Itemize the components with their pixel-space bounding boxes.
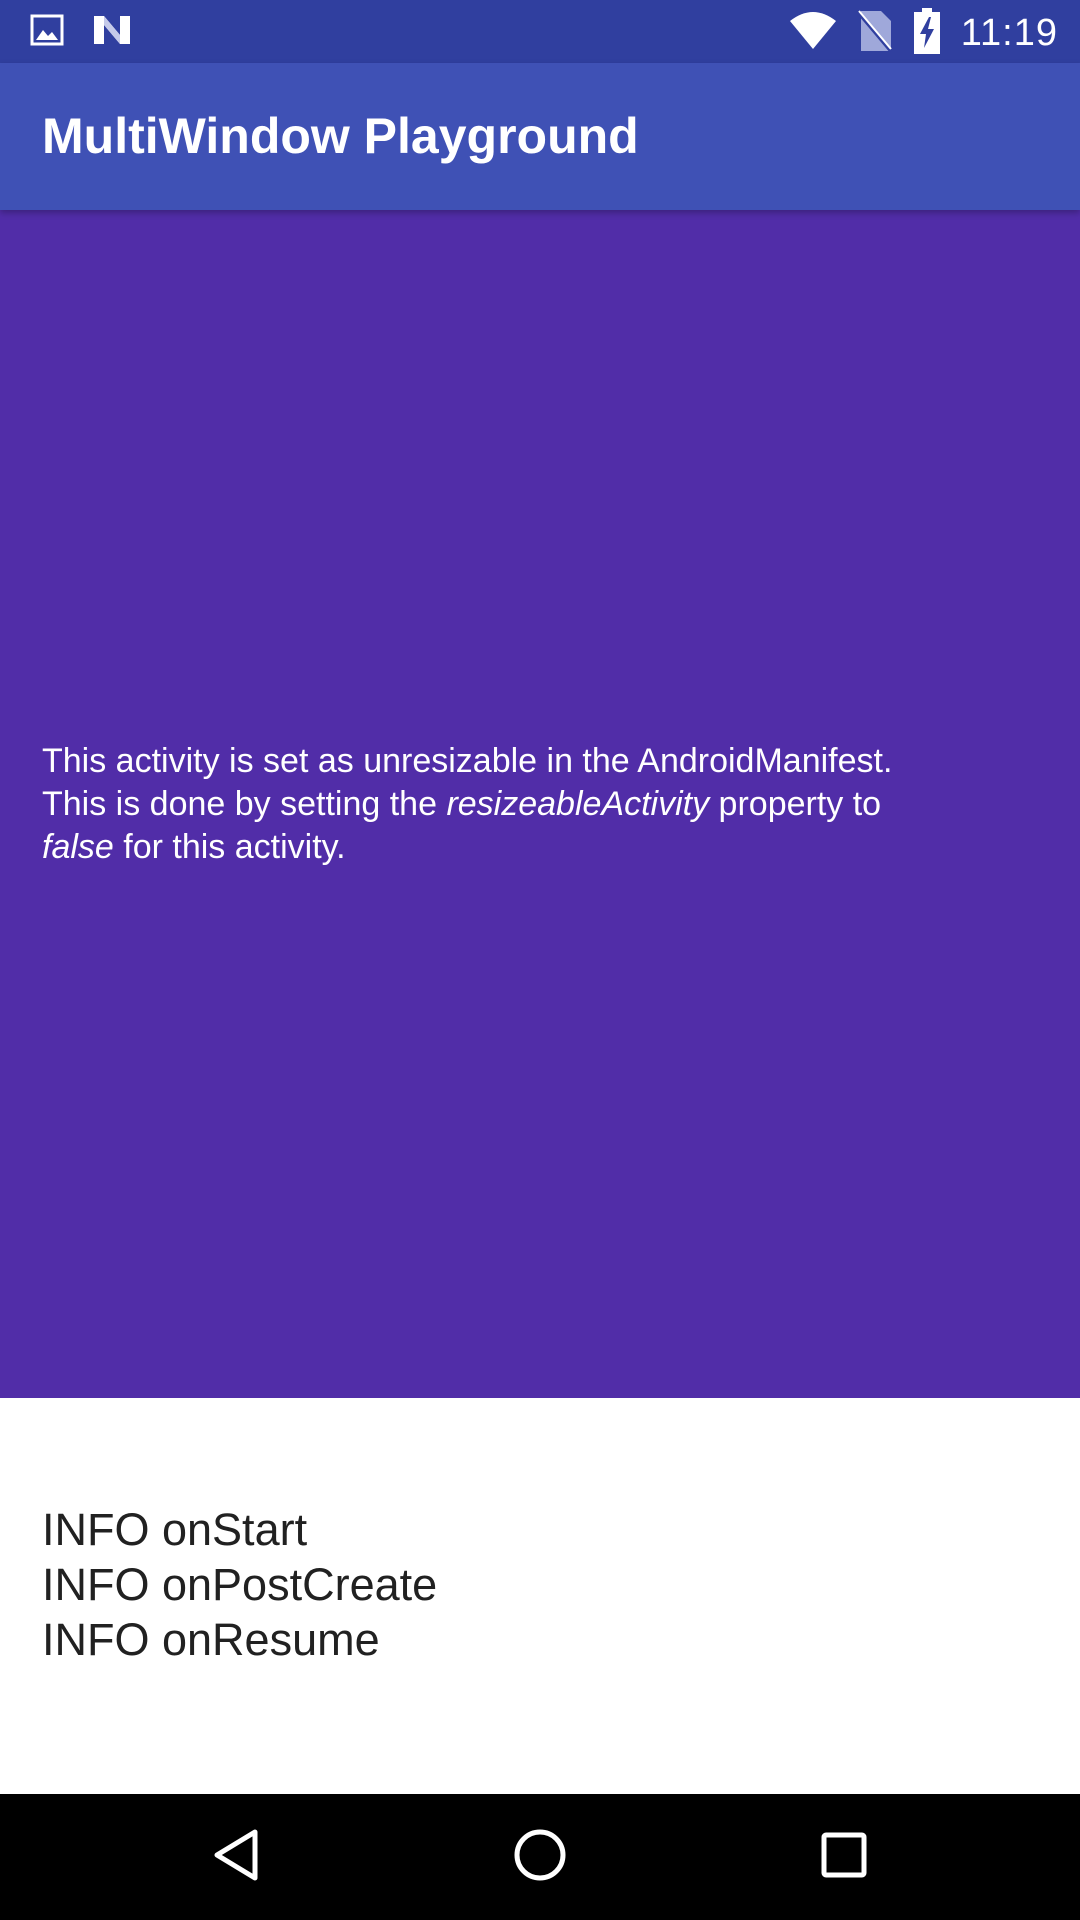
battery-charging-icon: [913, 8, 941, 59]
status-bar: 11:19: [0, 0, 1080, 63]
wifi-icon: [789, 11, 837, 56]
content-panel: This activity is set as unresizable in t…: [0, 210, 1080, 1398]
image-icon: [30, 13, 64, 52]
description-text: This activity is set as unresizable in t…: [42, 740, 1042, 869]
recents-button[interactable]: [814, 1827, 874, 1887]
resizeable-activity-term: resizeableActivity: [446, 785, 710, 823]
description-line-2-suffix: property to: [709, 785, 882, 823]
no-sim-icon: [857, 9, 893, 58]
notification-icons: [30, 13, 132, 52]
false-term: false: [42, 828, 114, 866]
status-time: 11:19: [960, 12, 1058, 54]
log-line: INFO onResume: [42, 1614, 380, 1665]
description-line-2-prefix: This is done by setting the: [42, 785, 447, 823]
home-button[interactable]: [510, 1827, 570, 1887]
system-icons: 11:19: [789, 8, 1058, 59]
description-line-3: false for this activity.: [42, 826, 1042, 869]
log-line: INFO onPostCreate: [42, 1559, 438, 1610]
back-icon: [211, 1828, 261, 1887]
app-bar: MultiWindow Playground: [0, 63, 1080, 210]
recents-icon: [820, 1831, 868, 1884]
log-area[interactable]: INFO onStart INFO onPostCreate INFO onRe…: [0, 1398, 1080, 1794]
n-logo-icon: [92, 13, 132, 52]
log-list: INFO onStart INFO onPostCreate INFO onRe…: [42, 1502, 437, 1667]
app-title: MultiWindow Playground: [42, 108, 639, 164]
description-line-3-suffix: for this activity.: [113, 828, 346, 866]
description-line-1: This activity is set as unresizable in t…: [42, 742, 893, 780]
description-line-2: This is done by setting the resizeableAc…: [42, 783, 1042, 826]
back-button[interactable]: [206, 1827, 266, 1887]
home-icon: [513, 1828, 567, 1887]
navigation-bar: [0, 1794, 1080, 1920]
log-line: INFO onStart: [42, 1504, 308, 1555]
screen: 11:19 MultiWindow Playground This activi…: [0, 0, 1080, 1920]
